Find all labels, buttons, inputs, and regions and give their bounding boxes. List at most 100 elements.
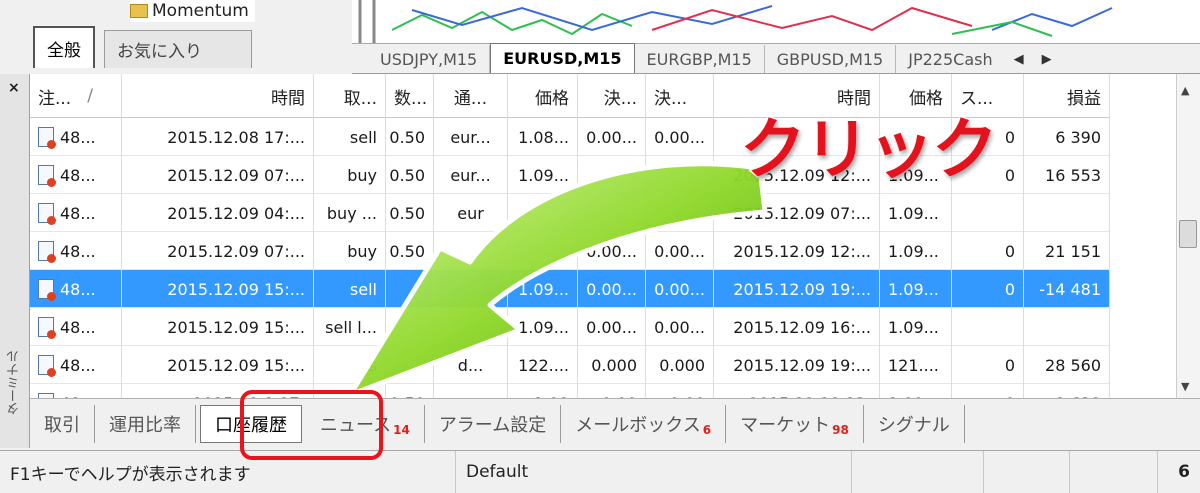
cell-text: 28 560 bbox=[1045, 355, 1101, 375]
column-header-type[interactable]: 取... bbox=[314, 74, 386, 118]
terminal-tab-5[interactable]: メールボックス 6 bbox=[561, 404, 727, 443]
cell-text: 0.00... bbox=[654, 127, 705, 147]
table-row[interactable]: 482015.12.1 17:se0.50eur1.090.000.002015… bbox=[30, 384, 1110, 398]
cell-text: buy bbox=[347, 241, 377, 261]
cell-sl: 0.00... bbox=[578, 308, 646, 346]
cell-text: 2015.12.09 04:... bbox=[167, 203, 305, 223]
table-row[interactable]: 48... 2015.12.09 15:... sell 1.09... 0.00...… bbox=[30, 270, 1110, 308]
navigator-item-momentum[interactable]: Momentum bbox=[130, 0, 255, 22]
column-header-label: 数... bbox=[394, 88, 428, 109]
table-row[interactable]: 48... 2015.12.09 15:... s d... 122.... 0.000 0… bbox=[30, 346, 1110, 384]
cell-text: 48... bbox=[60, 317, 96, 337]
cell-tp bbox=[646, 156, 714, 194]
cell-close-time: 2015.12.09 07:... bbox=[714, 194, 880, 232]
cell-text: 0.50 bbox=[389, 203, 425, 223]
cell-text: 2015.12.09 07:... bbox=[167, 241, 305, 261]
navigator-tab-favorites[interactable]: お気に入り bbox=[104, 30, 252, 68]
column-header-price[interactable]: 価格 bbox=[508, 74, 578, 118]
highlight-frame bbox=[240, 390, 383, 460]
cell-text: 1.09... bbox=[888, 241, 939, 261]
status-profile: Default bbox=[456, 450, 852, 493]
cell-text: 0 bbox=[1004, 127, 1015, 147]
chart-tab-label: GBPUSD,M15 bbox=[776, 49, 884, 69]
cell-open-time: 2015.12.09 07:... bbox=[122, 156, 314, 194]
cell-close-price: 1.09... bbox=[880, 308, 952, 346]
cell-sl: 0.000 bbox=[578, 346, 646, 384]
terminal-tab-0[interactable]: 取引 bbox=[30, 404, 95, 443]
cell-price: 1.09 bbox=[508, 384, 578, 398]
cell-text: 2015.12.09 15:... bbox=[167, 317, 305, 337]
table-row[interactable]: 48... 2015.12.09 07:... buy 0.50 0.00... 0.00… bbox=[30, 232, 1110, 270]
cell-text: 0.00... bbox=[586, 317, 637, 337]
scrollbar-thumb[interactable] bbox=[1179, 220, 1197, 248]
history-order-icon bbox=[38, 279, 56, 301]
column-header-volume[interactable]: 数... bbox=[386, 74, 434, 118]
chart-tab-jp225cash[interactable]: JP225Cash bbox=[896, 45, 1004, 73]
cell-tp: 0.00... bbox=[646, 270, 714, 308]
table-row[interactable]: 48... 2015.12.09 15:... sell l... 1.09... 0.… bbox=[30, 308, 1110, 346]
cell-volume bbox=[386, 270, 434, 308]
cell-swap: 0 bbox=[952, 232, 1024, 270]
chart-tab-gbpusd[interactable]: GBPUSD,M15 bbox=[765, 45, 897, 73]
column-header-profit[interactable]: 損益 bbox=[1024, 74, 1110, 118]
history-order-icon bbox=[38, 355, 56, 377]
column-header-order[interactable]: 注... / bbox=[30, 74, 122, 118]
cell-swap bbox=[952, 308, 1024, 346]
cell-symbol: d... bbox=[434, 346, 508, 384]
cell-sl: 0.00... bbox=[578, 270, 646, 308]
column-header-open-time[interactable]: 時間 bbox=[122, 74, 314, 118]
cell-volume: 0.50 bbox=[386, 232, 434, 270]
cell-close-price: 1.09... bbox=[880, 232, 952, 270]
chart-tab-eurgbp[interactable]: EURGBP,M15 bbox=[635, 45, 765, 73]
cell-tp: 0.00... bbox=[646, 118, 714, 156]
cell-text: 0.00... bbox=[586, 279, 637, 299]
cell-volume bbox=[386, 346, 434, 384]
close-icon[interactable]: × bbox=[8, 80, 20, 96]
column-header-label: 決... bbox=[654, 88, 688, 109]
cell-profit bbox=[1024, 194, 1110, 232]
column-header-tp[interactable]: 決... bbox=[646, 74, 714, 118]
indicator-folder-icon bbox=[130, 4, 148, 18]
cell-sl: 0.00 bbox=[578, 384, 646, 398]
cell-tp: 0.00 bbox=[646, 384, 714, 398]
cell-volume: 0.50 bbox=[386, 156, 434, 194]
cell-price bbox=[508, 194, 578, 232]
cell-profit: 28 560 bbox=[1024, 346, 1110, 384]
cell-price: 1.09... bbox=[508, 156, 578, 194]
table-row[interactable]: 48... 2015.12.09 04:... buy ... 0.50 eur 2015… bbox=[30, 194, 1110, 232]
cell-sl: 0.00... bbox=[578, 118, 646, 156]
column-header-sl[interactable]: 決... bbox=[578, 74, 646, 118]
column-header-symbol[interactable]: 通... bbox=[434, 74, 508, 118]
cell-text: eur... bbox=[450, 165, 491, 185]
chevron-left-icon[interactable]: ◀ bbox=[1005, 45, 1033, 73]
status-cell-empty bbox=[984, 450, 1070, 493]
column-header-label: 取... bbox=[343, 88, 377, 109]
sort-indicator: / bbox=[87, 86, 93, 106]
cell-text: 2015.12.09 07:... bbox=[733, 203, 871, 223]
cell-text: 1.08... bbox=[518, 127, 569, 147]
cell-type: buy bbox=[314, 156, 386, 194]
scroll-down-icon[interactable]: ▼ bbox=[1181, 380, 1189, 393]
terminal-tab-1[interactable]: 運用比率 bbox=[95, 404, 196, 443]
scroll-up-icon[interactable]: ▲ bbox=[1181, 84, 1189, 97]
cell-symbol bbox=[434, 270, 508, 308]
terminal-tab-7[interactable]: シグナル bbox=[864, 404, 965, 443]
cell-text: 0.000 bbox=[659, 355, 705, 375]
cell-text: 1.09... bbox=[518, 165, 569, 185]
terminal-tab-4[interactable]: アラーム設定 bbox=[425, 404, 562, 443]
chart-preview-strip[interactable] bbox=[352, 0, 1200, 44]
status-cell-empty bbox=[852, 450, 984, 493]
navigator-tab-general[interactable]: 全般 bbox=[33, 26, 95, 68]
cell-text: sell bbox=[349, 279, 377, 299]
history-order-icon bbox=[38, 165, 56, 187]
chevron-right-icon[interactable]: ▶ bbox=[1033, 45, 1061, 73]
terminal-tab-6[interactable]: マーケット 98 bbox=[726, 404, 864, 443]
cell-order: 48... bbox=[30, 118, 122, 156]
terminal-tab-label: 運用比率 bbox=[109, 414, 181, 436]
cell-text: 0.000 bbox=[591, 355, 637, 375]
cell-order: 48 bbox=[30, 384, 122, 398]
chart-tab-eurusd[interactable]: EURUSD,M15 bbox=[490, 43, 635, 73]
chart-tab-usdjpy[interactable]: USDJPY,M15 bbox=[368, 45, 491, 73]
column-header-label: 時間 bbox=[271, 88, 305, 109]
cell-swap: 0 bbox=[952, 346, 1024, 384]
